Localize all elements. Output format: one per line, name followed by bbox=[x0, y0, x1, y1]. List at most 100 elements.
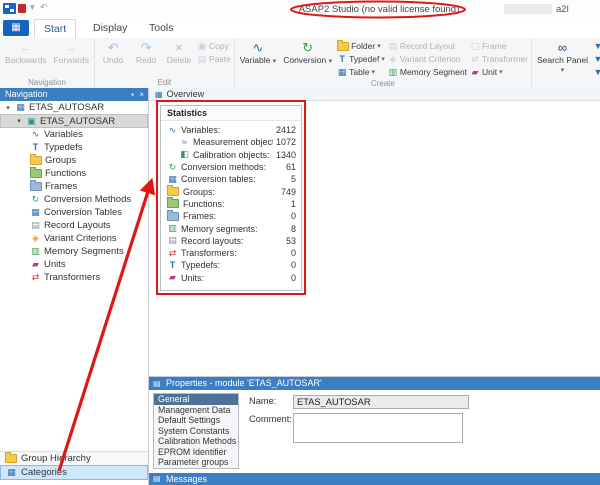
unit-button[interactable]: ▰ Unit ▾ bbox=[469, 66, 529, 78]
variant-criterion-button[interactable]: ◈ Variant Criterion bbox=[387, 53, 468, 65]
groups-folder-icon bbox=[30, 154, 42, 165]
conversion-button[interactable]: ↻ Conversion ▾ bbox=[280, 39, 335, 65]
tree-item-label: Typedefs bbox=[44, 142, 83, 153]
groups-folder-icon bbox=[167, 185, 179, 197]
stat-value: 5 bbox=[290, 174, 296, 185]
stat-row-groups: Groups: 749 bbox=[167, 185, 296, 197]
conversion-icon: ↻ bbox=[302, 40, 314, 55]
property-category-management-data[interactable]: Management Data bbox=[154, 405, 238, 416]
group-hierarchy-button[interactable]: Group Hierarchy bbox=[0, 451, 148, 465]
tab-display[interactable]: Display bbox=[84, 19, 136, 37]
frame-button[interactable]: ▢ Frame bbox=[469, 40, 529, 52]
search-panel-button[interactable]: ∞ Search Panel ▾ bbox=[534, 39, 591, 74]
table-label: Table bbox=[349, 67, 370, 77]
typedef-button[interactable]: T Typedef ▾ bbox=[336, 53, 386, 65]
stat-row-conversion-tables: ▦ Conversion tables: 5 bbox=[167, 173, 296, 185]
navigation-panel-title: Navigation bbox=[5, 89, 48, 99]
tree-node-groups[interactable]: Groups bbox=[0, 154, 148, 167]
tree-item-label: Groups bbox=[45, 155, 77, 166]
calibration-objects-icon: ◧ bbox=[180, 149, 189, 160]
pin-icon[interactable]: ▪ bbox=[131, 88, 134, 101]
transformer-label: Transformer bbox=[481, 54, 528, 64]
filter-editor-button[interactable]: ▼ Filter Editor bbox=[592, 40, 600, 52]
tree-node-frames[interactable]: Frames bbox=[0, 180, 148, 193]
copy-button[interactable]: ▣ Copy bbox=[196, 40, 232, 52]
save-icon[interactable]: ▾ bbox=[30, 2, 35, 13]
properties-panel: ▤ Properties - module 'ETAS_AUTOSAR' Gen… bbox=[149, 376, 600, 471]
memory-segment-button[interactable]: ▥ Memory Segment bbox=[387, 66, 468, 78]
record-layout-button[interactable]: ▤ Record Layout bbox=[387, 40, 468, 52]
backwards-label: Backwards bbox=[5, 55, 47, 65]
property-category-calibration-methods[interactable]: Calibration Methods bbox=[154, 436, 238, 447]
variable-button[interactable]: ∿ Variable ▾ bbox=[237, 39, 279, 65]
stat-label: Typedefs: bbox=[181, 260, 221, 271]
paste-button[interactable]: ▤ Paste bbox=[196, 53, 232, 65]
group-label-navigation: Navigation bbox=[28, 78, 66, 87]
tree-node-variant-criterions[interactable]: ◈ Variant Criterions bbox=[0, 232, 148, 245]
messages-panel-header[interactable]: ▤ Messages bbox=[149, 473, 600, 485]
property-category-eprom-identifier[interactable]: EPROM Identifier bbox=[154, 447, 238, 458]
expander-icon[interactable]: ▾ bbox=[4, 104, 12, 112]
app-icon[interactable] bbox=[3, 3, 16, 14]
main-content: ▦ Overview Statistics ∿ Variables: 2412 … bbox=[149, 88, 600, 485]
folder-button[interactable]: Folder ▾ bbox=[336, 39, 386, 52]
undo-icon: ↶ bbox=[107, 40, 119, 55]
save-filter-button[interactable]: ▼ Save Filter ▾ bbox=[592, 66, 600, 78]
close-icon[interactable]: × bbox=[139, 88, 144, 101]
delete-button[interactable]: × Delete bbox=[163, 39, 195, 65]
tree-node-module[interactable]: ▾ ▣ ETAS_AUTOSAR bbox=[0, 114, 148, 128]
tree-node-conversion-tables[interactable]: ▦ Conversion Tables bbox=[0, 206, 148, 219]
tree-node-units[interactable]: ▰ Units bbox=[0, 258, 148, 271]
categories-button[interactable]: ▦ Categories bbox=[0, 465, 148, 480]
stat-label: Conversion methods: bbox=[181, 162, 267, 173]
forwards-button[interactable]: → Forwards bbox=[51, 39, 92, 65]
transformer-button[interactable]: ⇄ Transformer bbox=[469, 53, 529, 65]
name-field[interactable]: ETAS_AUTOSAR bbox=[293, 395, 469, 409]
file-menu-button[interactable]: ▦ bbox=[3, 20, 29, 36]
tree-node-record-layouts[interactable]: ▤ Record Layouts bbox=[0, 219, 148, 232]
measurement-objects-icon: ≈ bbox=[182, 137, 187, 148]
tree-node-typedefs[interactable]: T Typedefs bbox=[0, 141, 148, 154]
property-category-general[interactable]: General bbox=[154, 394, 238, 405]
property-category-system-constants[interactable]: System Constants bbox=[154, 426, 238, 437]
expander-icon[interactable]: ▾ bbox=[15, 117, 23, 125]
comment-field[interactable] bbox=[293, 413, 463, 443]
property-category-default-settings[interactable]: Default Settings bbox=[154, 415, 238, 426]
search-panel-label: Search Panel bbox=[536, 55, 588, 65]
stat-row-measurement-objects: ≈ Measurement objects: 1072 bbox=[167, 136, 296, 148]
stat-value: 61 bbox=[285, 162, 296, 173]
variant-criterion-label: Variant Criterion bbox=[399, 54, 461, 64]
redo-button[interactable]: ↷ Redo bbox=[130, 39, 162, 65]
stat-label: Calibration objects: bbox=[193, 149, 270, 160]
frame-label: Frame bbox=[481, 41, 507, 51]
statistics-title: Statistics bbox=[161, 106, 301, 121]
tree-node-functions[interactable]: Functions bbox=[0, 167, 148, 180]
undo-button[interactable]: ↶ Undo bbox=[97, 39, 129, 65]
memory-segment-label: Memory Segment bbox=[399, 67, 467, 77]
dropdown-arrow-icon: ▾ bbox=[328, 58, 333, 65]
conversion-label: Conversion bbox=[283, 55, 327, 65]
overview-tab[interactable]: ▦ Overview bbox=[149, 88, 600, 101]
backwards-button[interactable]: ← Backwards bbox=[2, 39, 50, 65]
tree-node-variables[interactable]: ∿ Variables bbox=[0, 128, 148, 141]
memory-segment-icon: ▥ bbox=[388, 66, 398, 77]
undo-quick-icon[interactable]: ↶ bbox=[40, 2, 48, 13]
dropdown-arrow-icon: ▾ bbox=[381, 56, 385, 63]
messages-panel-title: Messages bbox=[166, 474, 208, 484]
load-filter-button[interactable]: ▼ Load Filter ▾ bbox=[592, 53, 600, 65]
stat-label: Transformers: bbox=[181, 248, 237, 259]
tree-node-memory-segments[interactable]: ▥ Memory Segments bbox=[0, 245, 148, 258]
tab-tools[interactable]: Tools bbox=[140, 19, 183, 37]
conversion-methods-icon: ↻ bbox=[31, 194, 40, 204]
frames-folder-icon bbox=[30, 180, 42, 191]
app-logo-accent bbox=[18, 4, 26, 13]
frames-folder-icon bbox=[167, 209, 179, 221]
statistics-panel: Statistics ∿ Variables: 2412 ≈ Measureme… bbox=[160, 105, 302, 291]
tree-node-conversion-methods[interactable]: ↻ Conversion Methods bbox=[0, 193, 148, 206]
units-icon: ▰ bbox=[169, 272, 176, 283]
table-button[interactable]: ▦ Table ▾ bbox=[336, 66, 386, 78]
tab-start[interactable]: Start bbox=[34, 19, 77, 39]
property-category-parameter-groups[interactable]: Parameter groups bbox=[154, 457, 238, 468]
tree-node-root[interactable]: ▾ ▦ ETAS_AUTOSAR bbox=[0, 101, 148, 114]
tree-node-transformers[interactable]: ⇄ Transformers bbox=[0, 271, 148, 284]
